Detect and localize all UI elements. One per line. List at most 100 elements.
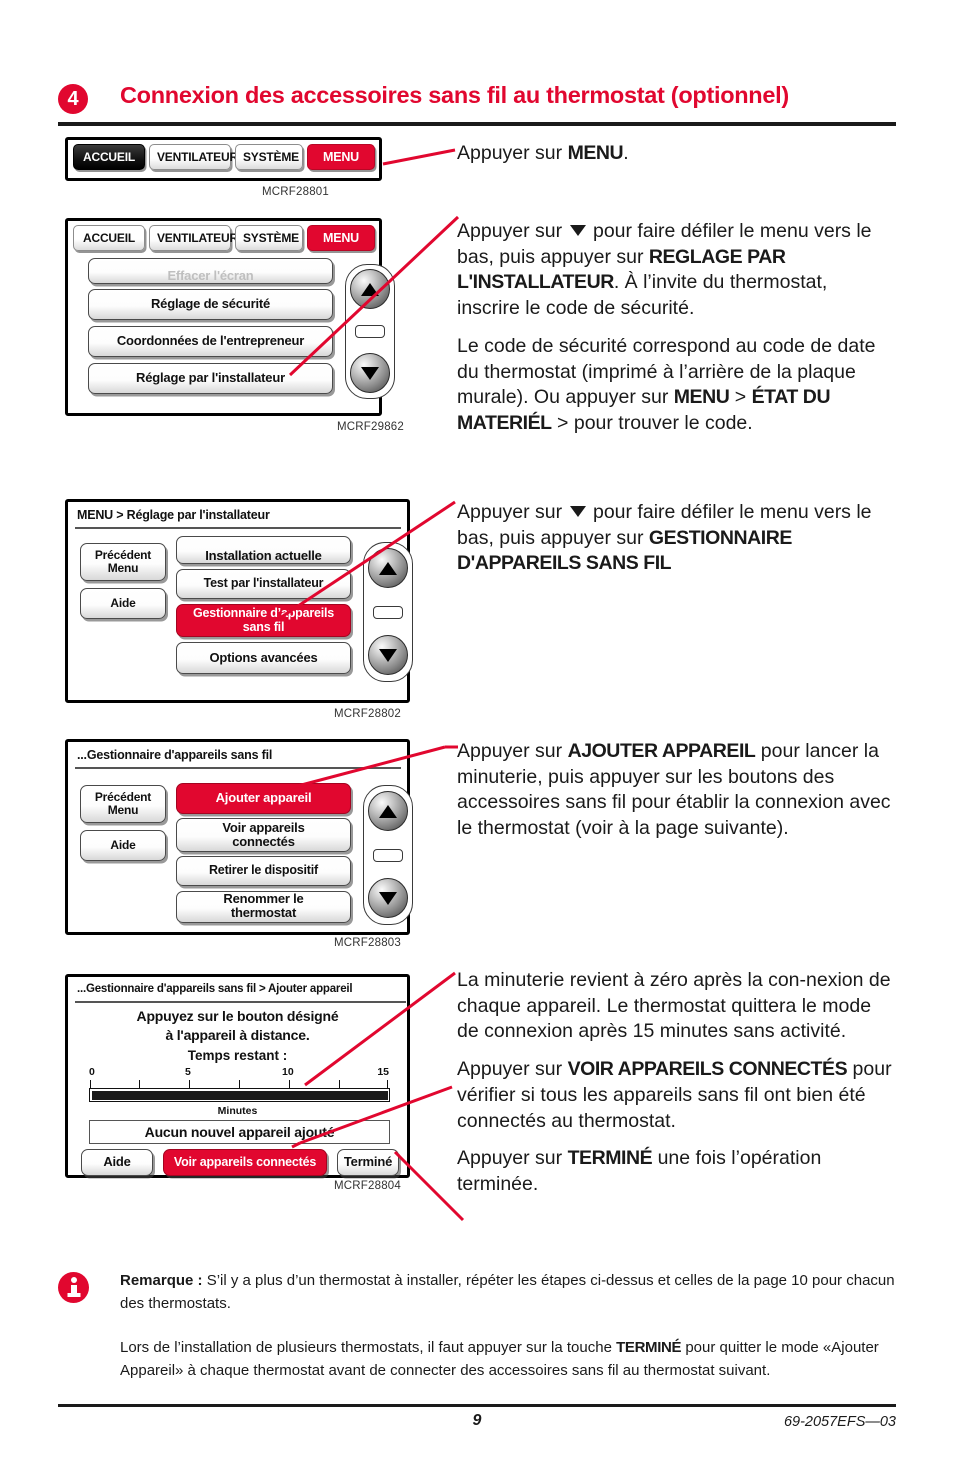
note-block: Remarque : S’il y a plus d’un thermostat… (120, 1270, 900, 1382)
menu-item-label-line1: Gestionnaire d’appareils (192, 605, 335, 620)
scroll-down-button[interactable] (368, 878, 408, 918)
scroll-thumb[interactable] (373, 849, 403, 862)
leader-line-1 (382, 148, 456, 166)
chevron-up-icon (379, 561, 397, 575)
menu-item-installation-actuelle[interactable]: Installation actuelle (176, 536, 351, 564)
tab-accueil[interactable]: ACCUEIL (73, 225, 145, 251)
figure-caption-2: MCRF29862 (337, 421, 404, 433)
instr3-paragraph-1: Appuyer sur pour faire défiler le menu v… (457, 500, 897, 577)
menu-item-label-line2: sans fil (242, 619, 285, 634)
scroll-thumb[interactable] (373, 606, 403, 619)
menu-item-effacer-ecran[interactable]: Effacer l'écran (88, 258, 333, 284)
chevron-up-icon (379, 804, 397, 818)
menu-item-gestionnaire-appareils-sans-fil[interactable]: Gestionnaire d’appareils sans fil (176, 604, 351, 637)
tick-mark (387, 1080, 389, 1088)
menu-item-label-line1: Renommer le (223, 891, 304, 906)
note-p2-a: Lors de l’installation de plusieurs ther… (120, 1339, 617, 1356)
breadcrumb-divider (75, 767, 401, 769)
tick-label-15: 15 (377, 1066, 389, 1078)
instr1-bold-menu: MENU (567, 142, 624, 164)
instruction-3: Appuyer sur pour faire défiler le menu v… (457, 500, 897, 577)
thermostat-screen-2: ACCUEIL VENTILATEUR SYSTÈME MENU Effacer… (65, 218, 395, 416)
tick-mark (289, 1080, 291, 1088)
figure-caption-1: MCRF28801 (262, 186, 329, 198)
instr4-bold-ajouter: AJOUTER APPAREIL (567, 740, 756, 762)
breadcrumb-screen3: MENU > Réglage par l'installateur (77, 508, 270, 522)
note-paragraph-1: Remarque : S’il y a plus d’un thermostat… (120, 1270, 900, 1315)
scroll-up-button[interactable] (350, 269, 390, 309)
figure-caption-5: MCRF28804 (334, 1180, 401, 1192)
instruction-2: Appuyer sur pour faire défiler le menu v… (457, 219, 895, 437)
instr4-paragraph-1: Appuyer sur AJOUTER APPAREIL pour lancer… (457, 739, 895, 842)
tab-ventilateur[interactable]: VENTILATEUR (149, 144, 238, 170)
screen2-scroll-control[interactable] (345, 264, 395, 399)
chevron-down-icon (379, 648, 397, 662)
instr5-paragraph-2: Appuyer sur VOIR APPAREILS CONNECTÉS pou… (457, 1057, 897, 1134)
breadcrumb-screen5: ...Gestionnaire d'appareils sans fil > A… (77, 983, 353, 995)
info-icon-dot (70, 1277, 77, 1283)
side-button-precedent-menu[interactable]: Précédent Menu (80, 543, 166, 581)
tick-mark (339, 1080, 341, 1088)
menu-item-reglage-installateur[interactable]: Réglage par l'installateur (88, 363, 333, 394)
instr1-text-a: Appuyer sur (457, 142, 568, 164)
tick-mark (139, 1080, 141, 1088)
menu-item-reglage-securite[interactable]: Réglage de sécurité (88, 289, 333, 320)
side-button-aide[interactable]: Aide (80, 588, 166, 619)
menu-item-ajouter-appareil[interactable]: Ajouter appareil (176, 783, 351, 814)
instruction-4: Appuyer sur AJOUTER APPAREIL pour lancer… (457, 739, 895, 842)
instr3-p1-a: Appuyer sur (457, 501, 568, 523)
side-button-aide[interactable]: Aide (80, 830, 166, 861)
screen4-scroll-control[interactable] (363, 785, 413, 925)
button-voir-appareils-connectes[interactable]: Voir appareils connectés (163, 1149, 327, 1176)
menu-item-retirer-dispositif[interactable]: Retirer le dispositif (176, 856, 351, 886)
breadcrumb-divider (75, 1001, 406, 1003)
note-paragraph-2: Lors de l’installation de plusieurs ther… (120, 1337, 900, 1382)
menu-item-test-installateur[interactable]: Test par l'installateur (176, 569, 351, 599)
tab-menu[interactable]: MENU (307, 225, 375, 251)
status-message-box: Aucun nouvel appareil ajouté (89, 1120, 390, 1144)
instr5-bold-termine: TERMINÉ (567, 1147, 653, 1170)
menu-item-label-line2: connectés (232, 834, 295, 849)
instr2-bold-menu: MENU (673, 386, 730, 409)
tick-label-0: 0 (89, 1066, 95, 1078)
menu-item-label-line2: thermostat (230, 905, 297, 921)
scroll-up-button[interactable] (368, 548, 408, 588)
tab-ventilateur[interactable]: VENTILATEUR (149, 225, 238, 251)
menu-item-coordonnees-entrepreneur[interactable]: Coordonnées de l'entrepreneur (88, 326, 333, 357)
button-aide[interactable]: Aide (81, 1149, 153, 1176)
menu-item-label-line1: Voir appareils (222, 819, 305, 835)
tab-systeme[interactable]: SYSTÈME (235, 144, 303, 170)
instr5-bold-voir: VOIR APPAREILS CONNECTÉS (567, 1058, 848, 1081)
note-label: Remarque : (120, 1272, 203, 1289)
triangle-down-icon (569, 225, 586, 236)
timer-label: Temps restant : (187, 1048, 288, 1063)
tab-systeme[interactable]: SYSTÈME (235, 225, 303, 251)
scroll-up-button[interactable] (368, 791, 408, 831)
breadcrumb-screen4: ...Gestionnaire d'appareils sans fil (77, 748, 273, 762)
timer-scale: 0 5 10 15 (89, 1066, 389, 1090)
menu-item-options-avancees[interactable]: Options avancées (176, 642, 351, 674)
tick-mark (189, 1080, 191, 1088)
side-button-precedent-menu[interactable]: Précédent Menu (80, 785, 166, 823)
tab-accueil[interactable]: ACCUEIL (73, 144, 145, 170)
instr2-p2-c: > pour trouver le code. (551, 412, 753, 435)
info-icon-base (67, 1293, 80, 1297)
timer-progress-bar (89, 1088, 390, 1102)
note-spacer (120, 1315, 900, 1337)
instr4-p1-a: Appuyer sur (457, 740, 568, 762)
tab-menu[interactable]: MENU (307, 144, 375, 170)
scroll-down-button[interactable] (368, 635, 408, 675)
screen3-scroll-control[interactable] (363, 542, 413, 682)
instr5-p3-a: Appuyer sur (457, 1147, 568, 1170)
screen1-tabbar: ACCUEIL VENTILATEUR SYSTÈME MENU (68, 140, 379, 174)
figure-caption-3: MCRF28802 (334, 708, 401, 720)
instr2-p2-b: > (729, 386, 752, 409)
menu-item-voir-appareils-connectes[interactable]: Voir appareils connectés (176, 818, 351, 852)
chevron-up-icon (361, 282, 379, 296)
scroll-thumb[interactable] (355, 325, 385, 338)
button-termine[interactable]: Terminé (337, 1149, 399, 1176)
menu-item-renommer-thermostat[interactable]: Renommer le thermostat (176, 891, 351, 923)
breadcrumb-divider (75, 527, 401, 529)
note-p1-text: S’il y a plus d’un thermostat à installe… (120, 1272, 895, 1312)
scroll-down-button[interactable] (350, 353, 390, 393)
